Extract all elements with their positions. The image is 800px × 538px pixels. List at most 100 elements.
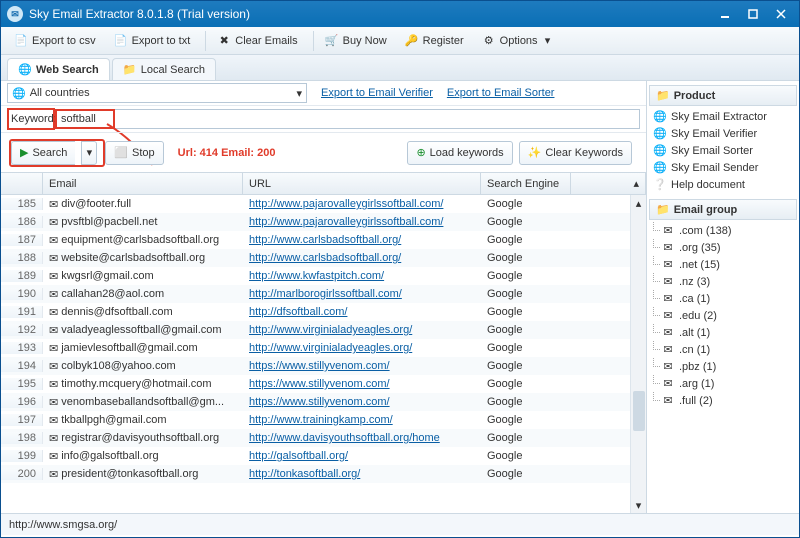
maximize-button[interactable] [741, 5, 765, 23]
close-button[interactable] [769, 5, 793, 23]
cell-url[interactable]: http://www.virginialadyeagles.org/ [243, 324, 481, 336]
cell-engine: Google [481, 216, 571, 228]
product-item[interactable]: ❔Help document [649, 176, 797, 193]
table-row[interactable]: 196✉venombaseballandsoftball@gm...https:… [1, 393, 646, 411]
group-item[interactable]: ✉.nz (3) [649, 273, 797, 290]
group-item[interactable]: ✉.pbz (1) [649, 358, 797, 375]
tab-local-search[interactable]: 📁Local Search [112, 58, 216, 80]
stop-button[interactable]: ⬜Stop [105, 141, 163, 165]
group-item[interactable]: ✉.alt (1) [649, 324, 797, 341]
cell-url[interactable]: https://www.stillyvenom.com/ [243, 360, 481, 372]
buy-now-button[interactable]: 🛒Buy Now [318, 30, 394, 52]
export-sorter-link[interactable]: Export to Email Sorter [447, 87, 555, 99]
export-verifier-link[interactable]: Export to Email Verifier [321, 87, 433, 99]
load-keywords-button[interactable]: ⊕Load keywords [407, 141, 512, 165]
vertical-scrollbar[interactable]: ▴ ▾ [630, 195, 646, 513]
table-row[interactable]: 186✉pvsftbl@pacbell.nethttp://www.pajaro… [1, 213, 646, 231]
group-item[interactable]: ✉.full (2) [649, 392, 797, 409]
cell-url[interactable]: https://www.stillyvenom.com/ [243, 396, 481, 408]
row-number: 200 [1, 468, 43, 480]
clear-keywords-button[interactable]: ✨Clear Keywords [519, 141, 632, 165]
minimize-button[interactable] [713, 5, 737, 23]
table-row[interactable]: 195✉timothy.mcquery@hotmail.comhttps://w… [1, 375, 646, 393]
app-icon: ✉ [7, 6, 23, 22]
group-item[interactable]: ✉.net (15) [649, 256, 797, 273]
country-value: All countries [30, 87, 90, 99]
register-button[interactable]: 🔑Register [398, 30, 471, 52]
stop-icon: ⬜ [114, 146, 128, 159]
chevron-down-icon: ▾ [87, 146, 93, 159]
row-number: 194 [1, 360, 43, 372]
keyword-input-extend[interactable] [115, 109, 640, 129]
table-row[interactable]: 197✉tkballpgh@gmail.comhttp://www.traini… [1, 411, 646, 429]
table-row[interactable]: 190✉callahan28@aol.comhttp://marlborogir… [1, 285, 646, 303]
table-row[interactable]: 192✉valadyeaglessoftball@gmail.comhttp:/… [1, 321, 646, 339]
col-email[interactable]: Email [43, 173, 243, 194]
cell-email: ✉website@carlsbadsoftball.org [43, 252, 243, 265]
options-button[interactable]: ⚙Options▾ [475, 30, 562, 52]
country-combo[interactable]: 🌐 All countries ▾ [7, 83, 307, 103]
table-row[interactable]: 191✉dennis@dfsoftball.comhttp://dfsoftba… [1, 303, 646, 321]
cell-url[interactable]: http://www.virginialadyeagles.org/ [243, 342, 481, 354]
table-row[interactable]: 198✉registrar@davisyouthsoftball.orghttp… [1, 429, 646, 447]
cell-email: ✉callahan28@aol.com [43, 288, 243, 301]
cell-engine: Google [481, 342, 571, 354]
table-row[interactable]: 187✉equipment@carlsbadsoftball.orghttp:/… [1, 231, 646, 249]
cell-engine: Google [481, 468, 571, 480]
cell-engine: Google [481, 432, 571, 444]
product-item[interactable]: 🌐Sky Email Sorter [649, 142, 797, 159]
cell-url[interactable]: http://marlborogirlssoftball.com/ [243, 288, 481, 300]
group-item[interactable]: ✉.org (35) [649, 239, 797, 256]
search-button[interactable]: ▶Search [11, 141, 75, 165]
mail-icon: ✉ [661, 241, 675, 254]
cell-url[interactable]: http://www.carlsbadsoftball.org/ [243, 234, 481, 246]
scroll-down-button[interactable]: ▾ [631, 497, 646, 513]
globe-icon: 🌐 [653, 110, 667, 123]
group-item[interactable]: ✉.com (138) [649, 222, 797, 239]
cell-url[interactable]: http://www.kwfastpitch.com/ [243, 270, 481, 282]
scroll-up-button[interactable]: ▴ [631, 195, 646, 211]
export-csv-icon: 📄 [14, 34, 28, 48]
table-row[interactable]: 193✉jamievlesoftball@gmail.comhttp://www… [1, 339, 646, 357]
product-item[interactable]: 🌐Sky Email Extractor [649, 108, 797, 125]
clear-emails-button[interactable]: ✖Clear Emails [210, 30, 304, 52]
row-number: 186 [1, 216, 43, 228]
cell-url[interactable]: http://dfsoftball.com/ [243, 306, 481, 318]
export-txt-button[interactable]: 📄Export to txt [107, 30, 198, 52]
table-row[interactable]: 185✉div@footer.fullhttp://www.pajarovall… [1, 195, 646, 213]
tab-web-search[interactable]: 🌐Web Search [7, 58, 110, 80]
export-csv-button[interactable]: 📄Export to csv [7, 30, 103, 52]
folder-icon: 📁 [656, 203, 670, 216]
cell-url[interactable]: http://tonkasoftball.org/ [243, 468, 481, 480]
group-item[interactable]: ✉.arg (1) [649, 375, 797, 392]
product-item[interactable]: 🌐Sky Email Verifier [649, 125, 797, 142]
product-item[interactable]: 🌐Sky Email Sender [649, 159, 797, 176]
cell-url[interactable]: http://www.pajarovalleygirlssoftball.com… [243, 198, 481, 210]
cell-url[interactable]: http://www.davisyouthsoftball.org/home [243, 432, 481, 444]
mail-icon: ✉ [661, 377, 675, 390]
col-engine[interactable]: Search Engine [481, 173, 571, 194]
table-row[interactable]: 194✉colbyk108@yahoo.comhttps://www.still… [1, 357, 646, 375]
col-url[interactable]: URL [243, 173, 481, 194]
globe-icon: 🌐 [653, 127, 667, 140]
group-item[interactable]: ✉.cn (1) [649, 341, 797, 358]
col-rownum[interactable] [1, 173, 43, 194]
table-row[interactable]: 188✉website@carlsbadsoftball.orghttp://w… [1, 249, 646, 267]
cell-url[interactable]: http://www.carlsbadsoftball.org/ [243, 252, 481, 264]
cell-url[interactable]: http://www.pajarovalleygirlssoftball.com… [243, 216, 481, 228]
table-row[interactable]: 200✉president@tonkasoftball.orghttp://to… [1, 465, 646, 483]
folder-icon: 📁 [123, 63, 137, 77]
scroll-thumb[interactable] [633, 391, 645, 431]
cell-url[interactable]: http://www.trainingkamp.com/ [243, 414, 481, 426]
product-panel-header[interactable]: 📁Product [649, 85, 797, 106]
table-row[interactable]: 199✉info@galsoftball.orghttp://galsoftba… [1, 447, 646, 465]
cell-url[interactable]: https://www.stillyvenom.com/ [243, 378, 481, 390]
search-dropdown-button[interactable]: ▾ [81, 141, 97, 165]
group-item[interactable]: ✉.edu (2) [649, 307, 797, 324]
table-row[interactable]: 189✉kwgsrl@gmail.comhttp://www.kwfastpit… [1, 267, 646, 285]
email-group-panel-header[interactable]: 📁Email group [649, 199, 797, 220]
row-number: 192 [1, 324, 43, 336]
group-item[interactable]: ✉.ca (1) [649, 290, 797, 307]
keyword-input[interactable] [55, 109, 115, 129]
cell-url[interactable]: http://galsoftball.org/ [243, 450, 481, 462]
